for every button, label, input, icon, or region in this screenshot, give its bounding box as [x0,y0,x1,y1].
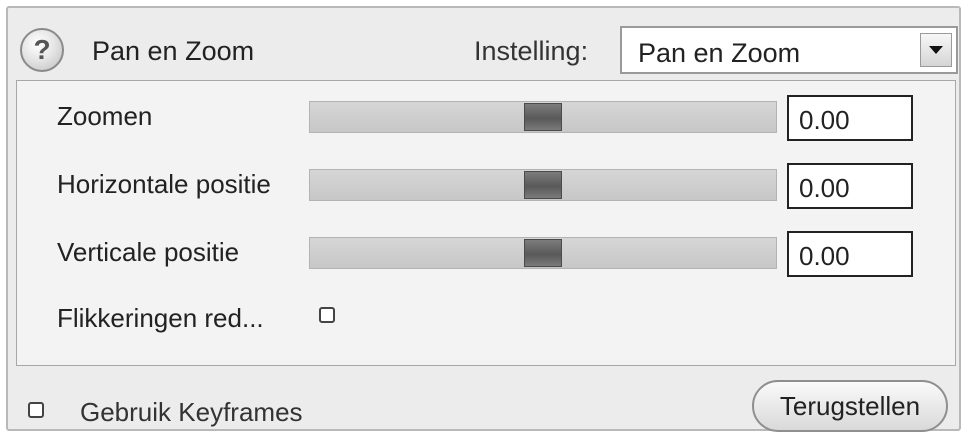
use-keyframes-label: Gebruik Keyframes [80,397,303,427]
horizontal-position-slider[interactable] [309,169,777,201]
zoom-value-field[interactable]: 0.00 [787,95,913,141]
settings-area: Zoomen 0.00 Horizontale positie 0.00 Ver… [16,80,956,366]
flicker-reduction-checkbox[interactable] [319,307,335,323]
chevron-down-icon [929,46,943,54]
vertical-position-label: Verticale positie [57,237,240,267]
horizontal-position-row: Horizontale positie 0.00 [17,159,955,209]
horizontal-position-slider-thumb[interactable] [524,171,562,199]
dropdown-arrow-button[interactable] [920,33,952,67]
flicker-reduction-label: Flikkeringen red... [57,303,264,333]
horizontal-position-value-field[interactable]: 0.00 [787,163,913,209]
vertical-position-value-field[interactable]: 0.00 [787,231,913,277]
zoom-row: Zoomen 0.00 [17,91,955,141]
preset-dropdown-value: Pan en Zoom [638,38,801,68]
pan-zoom-panel: ? Pan en Zoom Instelling: Pan en Zoom Zo… [6,6,961,432]
preset-label: Instelling: [474,36,589,66]
vertical-position-slider[interactable] [309,237,777,269]
horizontal-position-label: Horizontale positie [57,169,271,199]
vertical-position-slider-thumb[interactable] [524,239,562,267]
preset-dropdown[interactable]: Pan en Zoom [620,26,958,74]
zoom-slider[interactable] [309,101,777,133]
reset-button[interactable]: Terugstellen [752,380,948,432]
zoom-label: Zoomen [57,101,153,131]
panel-title: Pan en Zoom [92,36,255,66]
zoom-slider-thumb[interactable] [524,103,562,131]
help-icon[interactable]: ? [20,28,64,72]
use-keyframes-checkbox[interactable] [28,402,44,418]
vertical-position-row: Verticale positie 0.00 [17,227,955,277]
